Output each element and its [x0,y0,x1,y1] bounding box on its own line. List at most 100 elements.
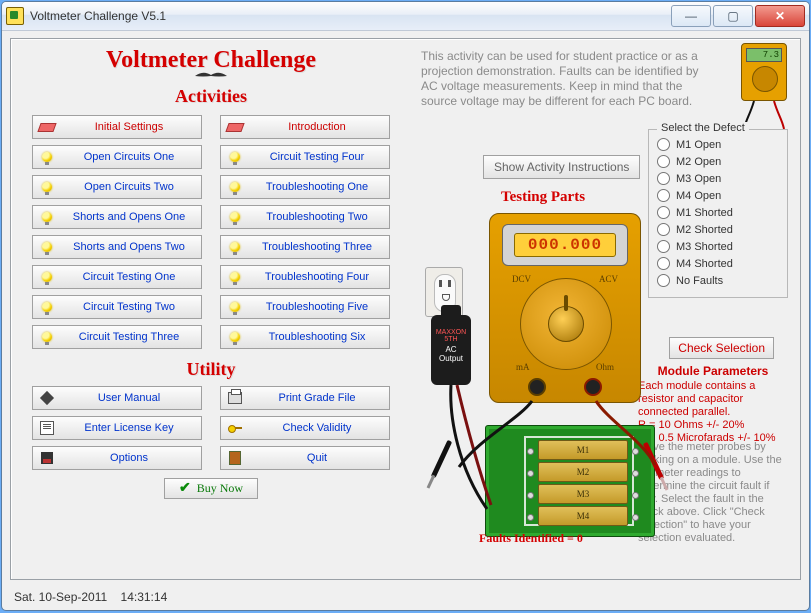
radio-label: M2 Open [676,156,721,168]
maximize-button[interactable]: ▢ [713,5,753,27]
lightbulb-icon [39,269,55,285]
dial-label-acv: ACV [599,274,618,284]
activity-button[interactable]: Circuit Testing Four [220,145,390,169]
label: Troubleshooting One [251,177,383,197]
activity-button[interactable]: Troubleshooting Six [220,325,390,349]
multimeter[interactable]: 000.000 DCV ACV mA Ohm [489,213,641,403]
client-area: Voltmeter Challenge Activities Initial S… [10,38,801,580]
label: Circuit Testing Two [63,297,195,317]
defect-option[interactable]: M4 Shorted [657,255,779,272]
activity-button[interactable]: Troubleshooting Four [220,265,390,289]
print-grade-button[interactable]: Print Grade File [220,386,390,410]
utility-heading: Utility [11,359,411,380]
module-parameters: Module Parameters Each module contains a… [638,365,788,445]
dial-label-ohm: Ohm [596,362,614,372]
defect-option[interactable]: M2 Shorted [657,221,779,238]
check-validity-button[interactable]: Check Validity [220,416,390,440]
probe-black[interactable] [431,440,452,478]
app-icon [6,7,24,25]
titlebar[interactable]: Voltmeter Challenge V5.1 — ▢ ✕ [2,2,809,31]
label: Options [63,448,195,468]
document-icon [39,420,55,436]
label: Buy Now [197,481,243,496]
radio-label: M4 Shorted [676,258,733,270]
label: Troubleshooting Two [251,207,383,227]
radio-label: M1 Open [676,139,721,151]
defect-option[interactable]: No Faults [657,272,779,289]
utility-grid: User Manual Print Grade File Enter Licen… [11,386,411,470]
activity-button[interactable]: Troubleshooting Three [220,235,390,259]
radio-icon [657,155,670,168]
radio-label: M3 Shorted [676,241,733,253]
module-m1[interactable]: M1 [538,440,628,460]
lightbulb-icon [227,269,243,285]
eraser-icon [227,119,243,135]
testing-parts-title: Testing Parts [501,189,585,206]
check-selection-button[interactable]: Check Selection [669,337,774,359]
diamond-icon [39,390,55,406]
radio-icon [657,138,670,151]
meter-jack-black[interactable] [528,378,546,396]
label: Initial Settings [63,117,195,137]
lightbulb-icon [39,299,55,315]
label: Introduction [251,117,383,137]
meter-jack-red[interactable] [584,378,602,396]
activity-button[interactable]: Introduction [220,115,390,139]
defect-option[interactable]: M3 Open [657,170,779,187]
label: Circuit Testing Three [63,327,195,347]
activity-button[interactable]: Shorts and Opens One [32,205,202,229]
bench-area: MAXXON 5TH AC Output 000.000 DCV ACV mA … [419,209,659,549]
right-column: This activity can be used for student pr… [411,43,792,579]
mini-meter-icon: 7.3 [740,43,788,134]
label: User Manual [63,388,195,408]
activity-button[interactable]: Shorts and Opens Two [32,235,202,259]
defect-option[interactable]: M1 Open [657,136,779,153]
status-date: Sat. 10-Sep-2011 [14,590,107,604]
adapter-brand: MAXXON 5TH [431,329,471,343]
disk-icon [39,450,55,466]
radio-icon [657,172,670,185]
left-column: Voltmeter Challenge Activities Initial S… [11,39,411,579]
activity-button[interactable]: Initial Settings [32,115,202,139]
module-m2[interactable]: M2 [538,462,628,482]
activity-button[interactable]: Troubleshooting One [220,175,390,199]
defect-option[interactable]: M2 Open [657,153,779,170]
activity-button[interactable]: Troubleshooting Two [220,205,390,229]
quit-button[interactable]: Quit [220,446,390,470]
label: Troubleshooting Four [251,267,383,287]
buy-now-button[interactable]: ✔ Buy Now [164,478,258,499]
module-m3[interactable]: M3 [538,484,628,504]
user-manual-button[interactable]: User Manual [32,386,202,410]
activity-button[interactable]: Troubleshooting Five [220,295,390,319]
module-m4[interactable]: M4 [538,506,628,526]
activity-button[interactable]: Circuit Testing Two [32,295,202,319]
lightbulb-icon [227,299,243,315]
status-time: 14:31:14 [121,590,168,604]
radio-label: M3 Open [676,173,721,185]
key-icon [227,420,243,436]
lightbulb-icon [39,239,55,255]
mini-meter-readout: 7.3 [746,48,782,62]
radio-label: M1 Shorted [676,207,733,219]
activity-button[interactable]: Open Circuits Two [32,175,202,199]
label: Open Circuits One [63,147,195,167]
label: Quit [251,448,383,468]
options-button[interactable]: Options [32,446,202,470]
label: Enter License Key [63,418,195,438]
close-button[interactable]: ✕ [755,5,805,27]
defect-option[interactable]: M4 Open [657,187,779,204]
activity-button[interactable]: Circuit Testing Three [32,325,202,349]
enter-license-button[interactable]: Enter License Key [32,416,202,440]
defect-option[interactable]: M1 Shorted [657,204,779,221]
meter-knob[interactable] [548,306,584,342]
activity-button[interactable]: Circuit Testing One [32,265,202,289]
window-controls: — ▢ ✕ [669,5,805,27]
show-instructions-button[interactable]: Show Activity Instructions [483,155,640,179]
minimize-button[interactable]: — [671,5,711,27]
radio-label: M2 Shorted [676,224,733,236]
exit-icon [227,450,243,466]
defect-option[interactable]: M3 Shorted [657,238,779,255]
circuit-board[interactable]: M1M2M3M4 [485,425,655,537]
activity-button[interactable]: Open Circuits One [32,145,202,169]
label: Circuit Testing One [63,267,195,287]
